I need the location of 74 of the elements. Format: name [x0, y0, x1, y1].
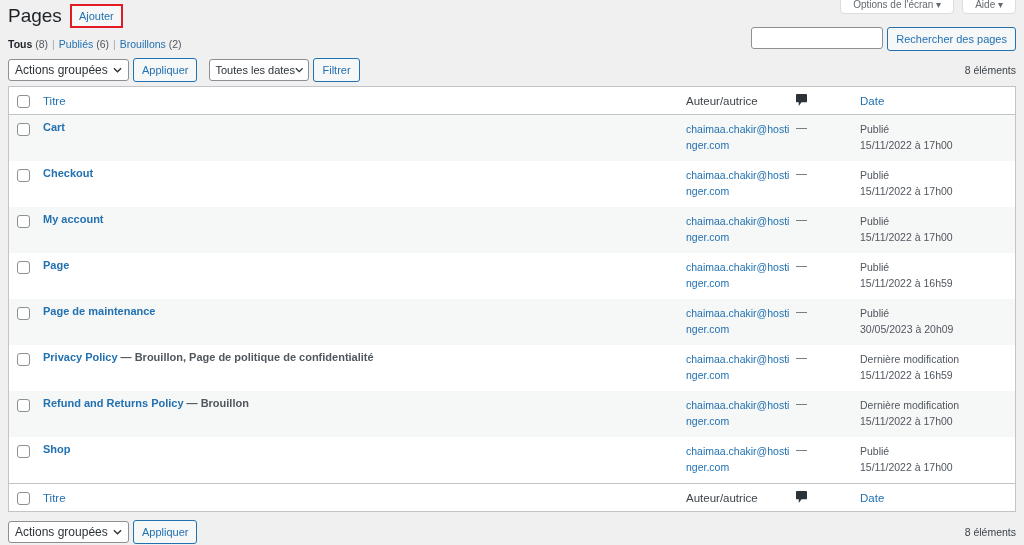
comment-count: — [796, 121, 808, 133]
page-title-link[interactable]: Page [43, 259, 70, 271]
comment-count: — [796, 351, 808, 363]
date-cell-text: Dernière modification 15/11/2022 à 17h00 [860, 398, 961, 429]
separator: | [113, 38, 116, 50]
page-state: — Brouillon, Page de politique de confidentialité [120, 351, 374, 363]
page-title-link[interactable]: Refund and Returns Policy [43, 397, 184, 409]
row-checkbox[interactable] [17, 399, 30, 412]
comment-count: — [796, 305, 808, 317]
separator: | [52, 38, 55, 50]
date-cell-text: Publié 15/11/2022 à 17h00 [860, 444, 954, 475]
filter-link[interactable]: Tous (8) [8, 38, 49, 50]
chevron-icon [113, 67, 122, 73]
date-cell-text: Publié 15/11/2022 à 16h59 [860, 260, 954, 291]
row-checkbox[interactable] [17, 445, 30, 458]
column-header[interactable]: Date [860, 491, 1000, 504]
filter-button[interactable]: Filtrer [313, 58, 360, 82]
author-link[interactable]: chaimaa.chakir@hostinger.com [686, 443, 796, 475]
row-checkbox[interactable] [17, 123, 30, 136]
author-link[interactable]: chaimaa.chakir@hostinger.com [686, 397, 796, 429]
dropdown-button[interactable]: Aide ▾ [962, 0, 1016, 14]
row-checkbox[interactable] [17, 169, 30, 182]
column-header[interactable]: Date [860, 94, 1000, 107]
select-all-checkbox[interactable] [17, 94, 30, 108]
filter-link[interactable]: Publiés (6) [58, 38, 109, 50]
chevron-icon [295, 67, 304, 73]
item-count: 8 éléments [964, 526, 1016, 538]
comment-count: — [796, 213, 808, 225]
author-link[interactable]: chaimaa.chakir@hostinger.com [686, 213, 796, 245]
date-cell-text: Publié 15/11/2022 à 17h00 [860, 122, 954, 153]
column-header: Auteur/autrice [686, 491, 759, 504]
author-link[interactable]: chaimaa.chakir@hostinger.com [686, 121, 796, 153]
comment-count: — [796, 397, 808, 409]
column-header: Auteur/autrice [686, 94, 759, 107]
search-button[interactable]: Rechercher des pages [887, 27, 1016, 51]
filter-link[interactable]: Brouillons (2) [119, 38, 182, 50]
row-checkbox[interactable] [17, 261, 30, 274]
date-cell-text: Publié 15/11/2022 à 17h00 [860, 168, 954, 199]
search-field[interactable] [751, 27, 884, 49]
comment-count: — [796, 259, 808, 271]
comment-icon [796, 491, 807, 504]
author-link[interactable]: chaimaa.chakir@hostinger.com [686, 167, 796, 199]
bulk-actions-select[interactable]: Actions groupées [8, 521, 129, 543]
page-title-link[interactable]: Cart [43, 121, 65, 133]
comment-count: — [796, 443, 808, 455]
page-title-link[interactable]: My account [43, 213, 104, 225]
page-state: — Brouillon [186, 397, 249, 409]
page-title-link[interactable]: Privacy Policy [43, 351, 118, 363]
apply-button[interactable]: Appliquer [133, 520, 198, 544]
row-checkbox[interactable] [17, 307, 30, 320]
column-header[interactable]: Titre [43, 94, 686, 107]
row-checkbox[interactable] [17, 215, 30, 228]
bulk-actions-select[interactable]: Actions groupées [8, 59, 129, 81]
comment-count: — [796, 167, 808, 179]
comment-icon [796, 94, 807, 107]
apply-button[interactable]: Appliquer [133, 58, 198, 82]
page-title-link[interactable]: Page de maintenance [43, 305, 156, 317]
column-header[interactable]: Titre [43, 491, 686, 504]
date-select[interactable]: Toutes les dates [209, 59, 310, 81]
date-cell-text: Dernière modification 15/11/2022 à 16h59 [860, 352, 961, 383]
author-link[interactable]: chaimaa.chakir@hostinger.com [686, 305, 796, 337]
page-title: Pages [8, 5, 62, 27]
page-title-link[interactable]: Shop [43, 443, 71, 455]
date-cell-text: Publié 30/05/2023 à 20h09 [860, 306, 955, 337]
chevron-icon [113, 529, 122, 535]
select-all-checkbox[interactable] [17, 491, 30, 505]
dropdown-button[interactable]: Options de l'écran ▾ [840, 0, 955, 14]
date-cell-text: Publié 15/11/2022 à 17h00 [860, 214, 954, 245]
add-button[interactable]: Ajouter [69, 4, 123, 28]
author-link[interactable]: chaimaa.chakir@hostinger.com [686, 351, 796, 383]
author-link[interactable]: chaimaa.chakir@hostinger.com [686, 259, 796, 291]
row-checkbox[interactable] [17, 353, 30, 366]
page-title-link[interactable]: Checkout [43, 167, 94, 179]
item-count: 8 éléments [964, 64, 1016, 76]
